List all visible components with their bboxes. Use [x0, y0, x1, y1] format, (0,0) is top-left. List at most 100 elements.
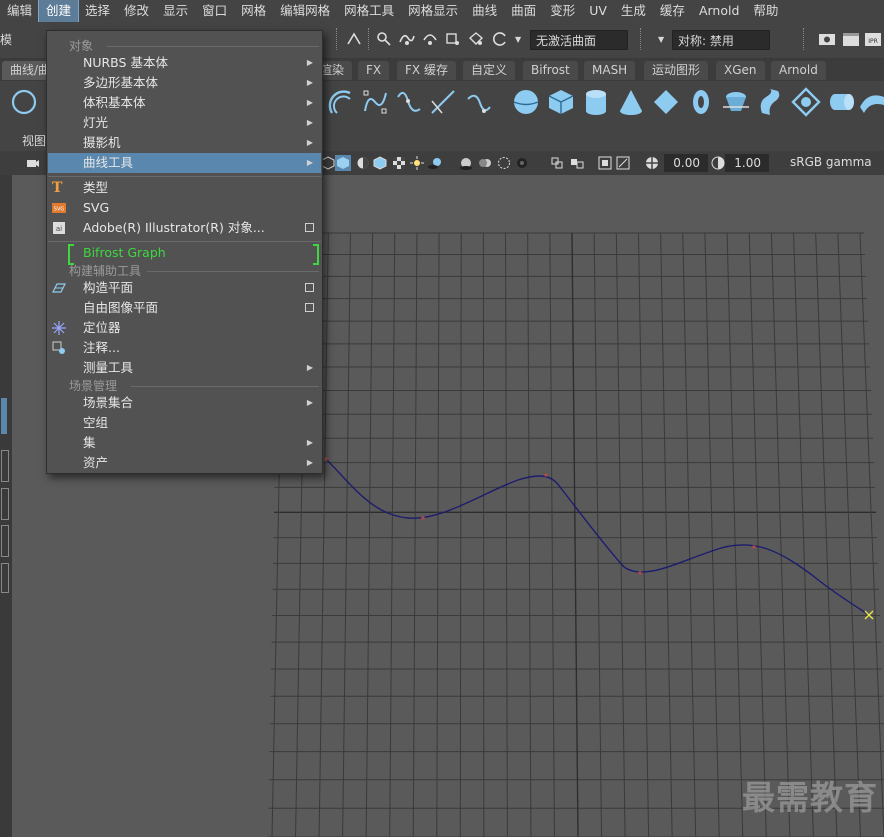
camera-attributes-icon[interactable]	[616, 156, 630, 170]
color-space-label[interactable]: sRGB gamma	[790, 155, 872, 169]
loft-icon[interactable]	[756, 87, 786, 117]
shadows-icon[interactable]	[428, 156, 442, 170]
shelf-tab-bifrost[interactable]: Bifrost	[523, 61, 578, 80]
shelf-tab-fx-cache[interactable]: FX 缓存	[397, 61, 456, 80]
grid-toggle-icon[interactable]	[598, 156, 612, 170]
depth-of-field-icon[interactable]	[515, 156, 529, 170]
exposure-icon[interactable]	[645, 156, 659, 170]
anti-aliasing-icon[interactable]	[497, 156, 511, 170]
nurbs-plane-icon[interactable]	[651, 87, 681, 117]
menu-item-nurbs-primitives[interactable]: NURBS 基本体 ▶	[48, 53, 321, 73]
render-view-icon[interactable]	[818, 30, 836, 48]
snap-icon[interactable]	[345, 30, 363, 48]
gamma-field[interactable]: 1.00	[725, 154, 769, 172]
extrude-icon[interactable]	[826, 87, 856, 117]
ambient-occlusion-icon[interactable]	[459, 156, 473, 170]
option-box-icon[interactable]	[305, 283, 314, 292]
camera-icon[interactable]	[26, 156, 40, 170]
tool-slot[interactable]	[1, 525, 9, 557]
chevron-down-icon[interactable]: ▼	[658, 30, 664, 50]
option-box-icon[interactable]	[305, 303, 314, 312]
nurbs-torus-icon[interactable]	[686, 87, 716, 117]
mode-selector-fragment[interactable]: 模	[0, 30, 12, 50]
menu-create[interactable]: 创建	[38, 0, 80, 23]
menu-help[interactable]: 帮助	[746, 0, 785, 22]
menu-edit[interactable]: 编辑	[0, 0, 39, 22]
render-clapper-icon[interactable]	[842, 30, 860, 48]
menu-cache[interactable]: 缓存	[653, 0, 692, 22]
shelf-tab-mash[interactable]: MASH	[584, 61, 636, 80]
panel-menu-view[interactable]: 视图	[22, 132, 46, 149]
menu-item-measure-tools[interactable]: 测量工具 ▶	[48, 358, 321, 378]
tool-slot-active[interactable]	[1, 398, 7, 434]
menu-item-sets[interactable]: 集 ▶	[48, 433, 321, 453]
menu-select[interactable]: 选择	[78, 0, 117, 22]
shelf-tab-arnold[interactable]: Arnold	[771, 61, 826, 80]
menu-modify[interactable]: 修改	[117, 0, 156, 22]
menu-item-construction-plane[interactable]: 构造平面	[48, 278, 321, 298]
nurbs-circle-icon[interactable]	[9, 87, 39, 117]
snap-view-icon[interactable]	[444, 30, 462, 48]
menu-item-scene-assembly[interactable]: 场景集合 ▶	[48, 393, 321, 413]
option-box-icon[interactable]	[305, 223, 314, 232]
ipr-render-icon[interactable]: IPR	[864, 30, 882, 48]
cv-curve-icon[interactable]	[360, 87, 390, 117]
menu-item-bifrost-graph[interactable]: Bifrost Graph	[48, 243, 321, 265]
menu-edit-mesh[interactable]: 编辑网格	[273, 0, 337, 22]
menu-item-assets[interactable]: 资产 ▶	[48, 453, 321, 473]
menu-curves[interactable]: 曲线	[465, 0, 504, 22]
menu-window[interactable]: 窗口	[195, 0, 234, 22]
tool-slot[interactable]	[1, 563, 9, 593]
gamma-icon[interactable]	[711, 156, 725, 170]
menu-item-volume-primitives[interactable]: 体积基本体 ▶	[48, 93, 321, 113]
exposure-field[interactable]: 0.00	[664, 154, 708, 172]
menu-mesh-tools[interactable]: 网格工具	[337, 0, 401, 22]
nurbs-cone-icon[interactable]	[616, 87, 646, 117]
textured-icon[interactable]	[392, 156, 406, 170]
menu-item-cameras[interactable]: 摄影机 ▶	[48, 133, 321, 153]
menu-mesh-display[interactable]: 网格显示	[401, 0, 465, 22]
menu-arnold[interactable]: Arnold	[692, 0, 746, 22]
chevron-down-icon[interactable]: ▼	[515, 30, 521, 50]
planar-icon[interactable]	[791, 87, 821, 117]
menu-item-type[interactable]: T 类型	[48, 178, 321, 198]
menu-item-illustrator-object[interactable]: ai Adobe(R) Illustrator(R) 对象...	[48, 218, 321, 238]
menu-deform[interactable]: 变形	[543, 0, 582, 22]
tool-slot[interactable]	[1, 488, 9, 520]
snap-grid-icon[interactable]	[375, 30, 393, 48]
menu-surfaces[interactable]: 曲面	[504, 0, 543, 22]
menu-generate[interactable]: 生成	[614, 0, 653, 22]
wire-on-shaded-icon[interactable]	[373, 156, 387, 170]
live-surface-field[interactable]: 无激活曲面	[530, 30, 628, 50]
lights-icon[interactable]	[410, 156, 424, 170]
menu-item-svg[interactable]: SVG SVG	[48, 198, 321, 218]
shelf-tab-xgen[interactable]: XGen	[716, 61, 765, 80]
isolate-select-icon[interactable]	[550, 156, 564, 170]
menu-display[interactable]: 显示	[156, 0, 195, 22]
menu-mesh[interactable]: 网格	[234, 0, 273, 22]
arc-tool-icon[interactable]	[326, 87, 356, 117]
wireframe-icon[interactable]	[321, 156, 335, 170]
pencil-curve-icon[interactable]	[428, 87, 458, 117]
shelf-tab-custom[interactable]: 自定义	[463, 61, 516, 80]
bezier-curve-icon[interactable]	[464, 87, 494, 117]
snap-surface-icon[interactable]	[467, 30, 485, 48]
revolve-icon[interactable]	[721, 87, 751, 117]
nurbs-cube-icon[interactable]	[546, 87, 576, 117]
menu-item-locator[interactable]: 定位器	[48, 318, 321, 338]
shelf-tab-fx[interactable]: FX	[358, 61, 390, 80]
ep-curve-icon[interactable]	[394, 87, 424, 117]
snap-curve-icon[interactable]	[398, 30, 416, 48]
menu-uv[interactable]: UV	[582, 0, 614, 22]
tool-slot[interactable]	[1, 450, 9, 482]
nurbs-cylinder-icon[interactable]	[581, 87, 611, 117]
motion-blur-icon[interactable]	[478, 156, 492, 170]
shelf-tab-motion-graphics[interactable]: 运动图形	[644, 61, 709, 80]
snap-point-icon[interactable]	[421, 30, 439, 48]
menu-item-polygon-primitives[interactable]: 多边形基本体 ▶	[48, 73, 321, 93]
menu-item-curve-tools[interactable]: 曲线工具 ▶	[48, 153, 321, 173]
xray-icon[interactable]	[570, 156, 584, 170]
birail-icon[interactable]	[858, 87, 884, 117]
menu-item-annotation[interactable]: 注释...	[48, 338, 321, 358]
shade-wire-icon[interactable]	[356, 156, 370, 170]
